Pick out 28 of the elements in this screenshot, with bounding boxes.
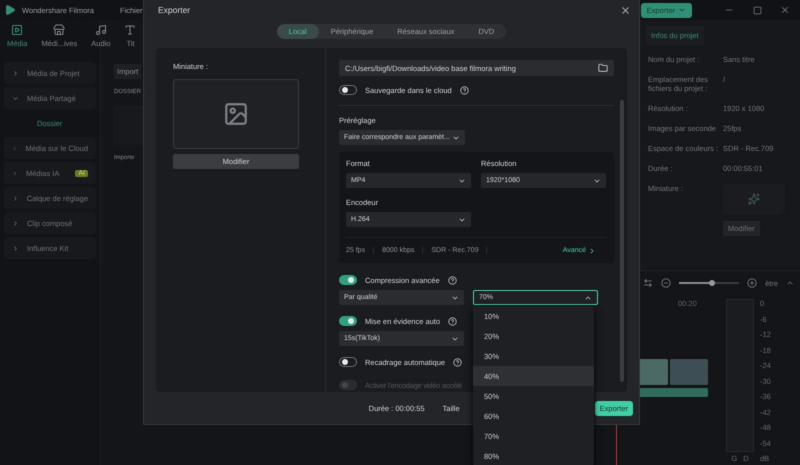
app-logo-icon [4, 4, 16, 16]
toggle-switch[interactable] [339, 275, 357, 285]
image-icon [223, 101, 249, 127]
toggle-switch[interactable] [339, 357, 357, 367]
zoom-out-icon[interactable] [661, 278, 672, 288]
maximize-icon[interactable] [752, 6, 762, 14]
media-tab-icon [94, 24, 107, 36]
photo-placeholder [670, 359, 708, 385]
caret-icon [678, 6, 686, 14]
caret-icon[interactable] [786, 279, 794, 287]
scrollbar[interactable] [620, 100, 624, 382]
help-icon[interactable] [453, 358, 462, 366]
close-icon[interactable] [780, 5, 790, 15]
media-tab-icon [11, 24, 24, 36]
dialog-title: Exporter [158, 5, 190, 15]
toggle-switch[interactable] [339, 85, 357, 95]
close-icon[interactable] [620, 4, 631, 16]
media-tab-icon [124, 24, 136, 36]
help-icon[interactable] [448, 276, 457, 284]
toggle-switch[interactable] [339, 316, 357, 326]
folder-icon[interactable] [598, 63, 608, 73]
help-icon[interactable] [448, 316, 458, 326]
chevron-icon [588, 246, 596, 254]
help-icon[interactable] [460, 86, 469, 94]
sparkle-icon [748, 193, 760, 205]
fit-icon[interactable] [643, 278, 654, 288]
zoom-in-icon[interactable] [747, 278, 758, 288]
media-tab-icon [53, 24, 66, 36]
